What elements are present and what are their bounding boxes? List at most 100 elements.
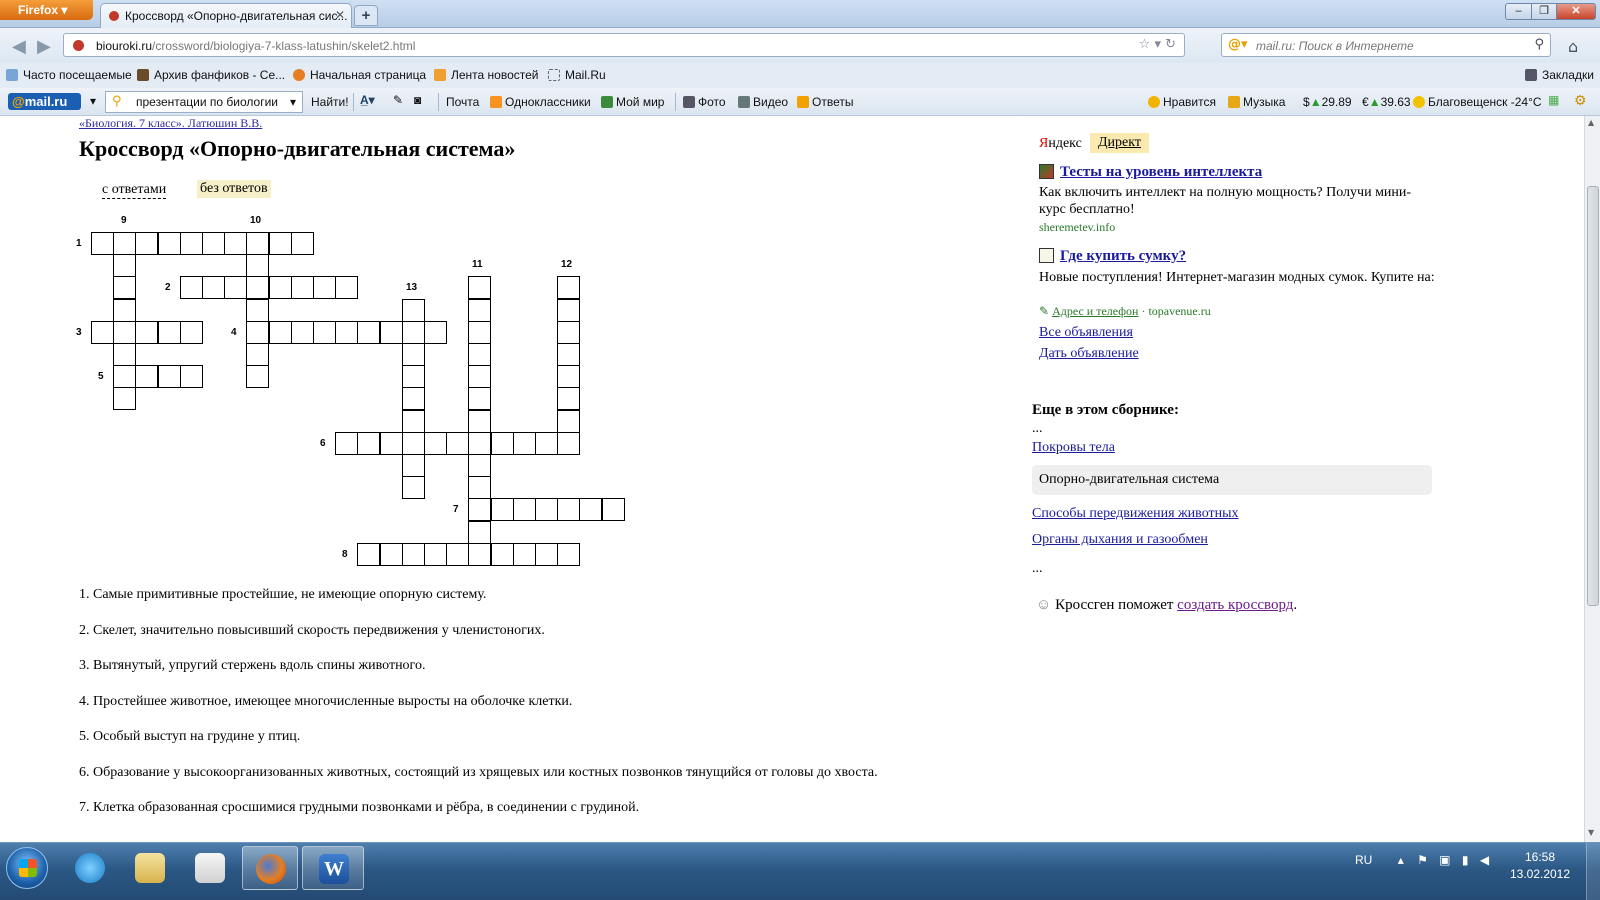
vertical-scrollbar[interactable]: ▲ ▼ — [1584, 116, 1600, 842]
crossword-cell[interactable] — [380, 543, 403, 566]
chevron-down-icon[interactable]: ▾ — [90, 94, 96, 108]
ad-title-iq[interactable]: Тесты на уровень интеллекта — [1060, 164, 1262, 181]
weather-widget[interactable]: Благовещенск -24°C — [1413, 95, 1542, 109]
crossword-cell[interactable] — [357, 543, 380, 566]
crossword-cell[interactable] — [424, 432, 447, 455]
bookmark-star-icon[interactable]: ☆ ▾ ↻ — [1139, 37, 1176, 52]
bookmark-item[interactable]: Часто посещаемые — [6, 68, 132, 82]
crossword-cell[interactable] — [535, 432, 558, 455]
answers-link[interactable]: Ответы — [797, 95, 853, 109]
crossword-cell[interactable] — [357, 432, 380, 455]
usd-rate[interactable]: $▲29.89 — [1303, 95, 1352, 109]
crossword-cell[interactable] — [579, 498, 602, 521]
magnifier-icon[interactable]: ⚲ — [1534, 37, 1544, 52]
crossword-cell[interactable] — [491, 432, 514, 455]
scroll-down-icon[interactable]: ▼ — [1588, 828, 1594, 837]
taskbar-firefox[interactable] — [242, 846, 298, 890]
crossword-cell[interactable] — [246, 299, 269, 322]
crossword-cell[interactable] — [402, 432, 425, 455]
ad-domain-iq[interactable]: sheremetev.info — [1039, 220, 1115, 235]
crossword-cell[interactable] — [446, 432, 469, 455]
crossword-cell[interactable] — [535, 543, 558, 566]
crossword-cell[interactable] — [468, 432, 491, 455]
crossword-cell[interactable] — [246, 321, 269, 344]
crossword-cell[interactable] — [224, 232, 247, 255]
ad-address-link[interactable]: ✎ Адрес и телефон · topavenue.ru — [1039, 304, 1211, 319]
crossword-cell[interactable] — [357, 321, 380, 344]
bookmark-item[interactable]: Архив фанфиков - Се... — [137, 68, 285, 82]
toolbar-search-input[interactable]: ⚲ презентации по биологии ▾ — [105, 91, 303, 113]
mailru-logo[interactable]: @mail.ru — [8, 93, 81, 110]
crossword-cell[interactable] — [113, 254, 136, 277]
show-desktop-button[interactable] — [1586, 843, 1600, 900]
show-hidden-icons-icon[interactable]: ▴ — [1398, 853, 1404, 867]
crossword-cell[interactable] — [113, 343, 136, 366]
collection-link-locomotion[interactable]: Способы передвижения животных — [1032, 506, 1239, 522]
crossword-cell[interactable] — [513, 498, 536, 521]
crossword-cell[interactable] — [491, 543, 514, 566]
crossword-cell[interactable] — [269, 321, 292, 344]
crossword-cell[interactable] — [557, 432, 580, 455]
crossword-cell[interactable] — [468, 387, 491, 410]
crossword-cell[interactable] — [135, 321, 158, 344]
new-tab-button[interactable]: + — [354, 5, 378, 26]
scroll-up-icon[interactable]: ▲ — [1588, 118, 1594, 127]
crossword-cell[interactable] — [402, 454, 425, 477]
crossword-cell[interactable] — [402, 321, 425, 344]
crossword-cell[interactable] — [468, 454, 491, 477]
crossword-cell[interactable] — [91, 232, 114, 255]
crossword-cell[interactable] — [402, 365, 425, 388]
music-button[interactable]: Музыка — [1228, 95, 1285, 109]
bookmark-item[interactable]: Mail.Ru — [548, 68, 606, 82]
volume-icon[interactable]: ◀ — [1480, 853, 1489, 867]
photo-link[interactable]: Фото — [683, 95, 726, 109]
crossword-cell[interactable] — [113, 321, 136, 344]
crossword-cell[interactable] — [557, 343, 580, 366]
crossword-cell[interactable] — [246, 232, 269, 255]
mail-link[interactable]: Почта — [446, 95, 479, 109]
crossword-cell[interactable] — [513, 543, 536, 566]
crossword-cell[interactable] — [468, 321, 491, 344]
crossword-cell[interactable] — [535, 498, 558, 521]
crossword-cell[interactable] — [135, 365, 158, 388]
start-button[interactable] — [6, 847, 48, 889]
minimize-button[interactable]: – — [1505, 3, 1532, 20]
crossword-cell[interactable] — [335, 276, 358, 299]
crossword-cell[interactable] — [291, 232, 314, 255]
bookmark-item[interactable]: Начальная страница — [293, 68, 426, 82]
back-arrow-icon[interactable]: ◀ — [12, 36, 26, 57]
create-crossword-link[interactable]: создать кроссворд — [1177, 597, 1293, 613]
crossword-cell[interactable] — [491, 498, 514, 521]
crossword-cell[interactable] — [158, 321, 181, 344]
crossword-cell[interactable] — [402, 543, 425, 566]
network-icon[interactable]: ▮ — [1462, 853, 1469, 867]
translate-icon[interactable]: A̲▾ — [360, 93, 375, 107]
close-tab-icon[interactable]: ✕ — [335, 8, 345, 22]
crossword-cell[interactable] — [468, 498, 491, 521]
give-ad-link[interactable]: Дать объявление — [1039, 346, 1139, 362]
crossword-cell[interactable] — [557, 299, 580, 322]
crossword-cell[interactable] — [313, 276, 336, 299]
crossword-cell[interactable] — [557, 321, 580, 344]
taskbar-media[interactable] — [182, 846, 238, 890]
collection-link-integument[interactable]: Покровы тела — [1032, 440, 1115, 456]
find-button[interactable]: Найти! — [311, 95, 349, 109]
crossword-cell[interactable] — [468, 543, 491, 566]
crossword-cell[interactable] — [158, 365, 181, 388]
crossword-cell[interactable] — [113, 365, 136, 388]
odnoklassniki-link[interactable]: Одноклассники — [490, 95, 591, 109]
moi-mir-link[interactable]: Мой мир — [601, 95, 664, 109]
collection-link-respiration[interactable]: Органы дыхания и газообмен — [1032, 532, 1208, 548]
device-icon[interactable]: ▣ — [1439, 853, 1450, 867]
all-ads-link[interactable]: Все объявления — [1039, 325, 1133, 341]
crossword-cell[interactable] — [246, 276, 269, 299]
crossword-cell[interactable] — [380, 432, 403, 455]
clock[interactable]: 16:58 13.02.2012 — [1500, 849, 1580, 883]
crossword-cell[interactable] — [557, 543, 580, 566]
crossword-cell[interactable] — [313, 321, 336, 344]
crossword-cell[interactable] — [269, 276, 292, 299]
crossword-cell[interactable] — [468, 476, 491, 499]
crossword-cell[interactable] — [446, 543, 469, 566]
taskbar-explorer[interactable] — [122, 846, 178, 890]
taskbar-word[interactable]: W — [302, 846, 364, 890]
